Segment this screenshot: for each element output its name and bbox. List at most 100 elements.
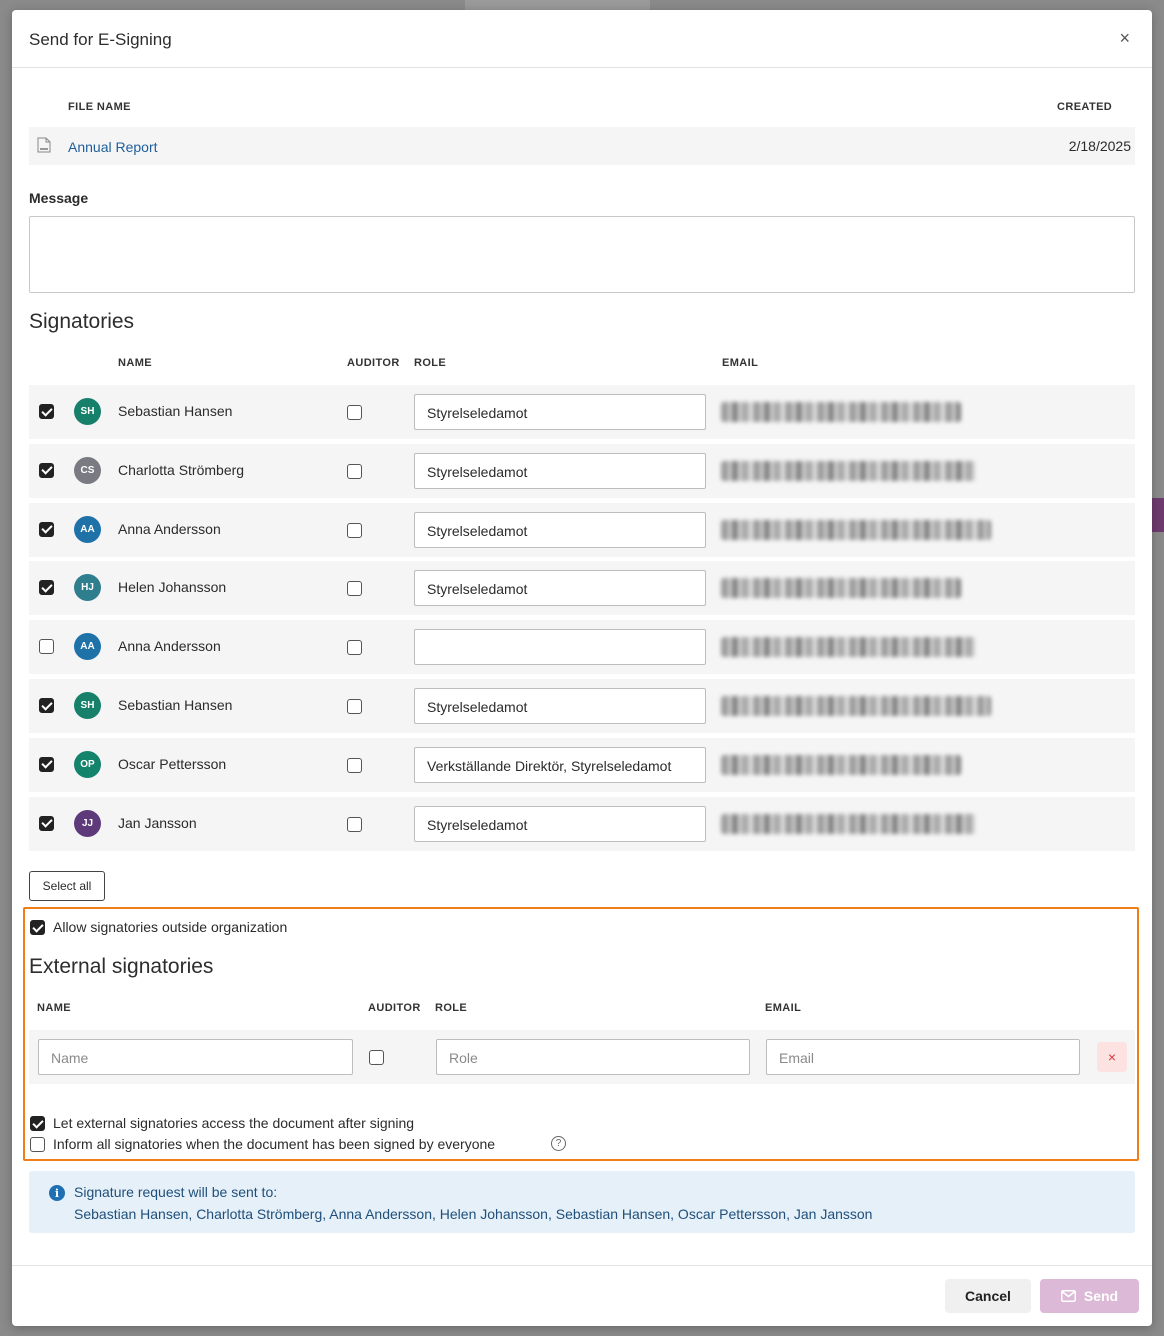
- allow-outside-checkbox[interactable]: [30, 920, 45, 935]
- role-input[interactable]: Styrelseledamot: [414, 452, 706, 489]
- send-button-label: Send: [1083, 1288, 1119, 1304]
- auditor-checkbox[interactable]: [347, 463, 362, 479]
- cancel-button[interactable]: Cancel: [945, 1279, 1031, 1313]
- file-created-date: 2/18/2025: [1068, 138, 1131, 154]
- dialog-title: Send for E-Signing: [29, 30, 172, 49]
- signatory-row: HJ Helen Johansson Styrelseledamot: [29, 561, 1135, 616]
- file-row: Annual Report 2/18/2025: [29, 127, 1135, 165]
- name-header: NAME: [118, 357, 152, 369]
- dialog-header: Send for E-Signing ×: [12, 10, 1152, 68]
- role-input[interactable]: Styrelseledamot: [414, 511, 706, 548]
- email-redacted: [721, 402, 961, 422]
- auditor-checkbox[interactable]: [347, 816, 362, 832]
- email-redacted: [721, 696, 991, 716]
- signatory-select-checkbox[interactable]: [39, 756, 54, 772]
- signatory-row: CS Charlotta Strömberg Styrelseledamot: [29, 443, 1135, 498]
- auditor-checkbox[interactable]: [347, 699, 362, 714]
- signatory-row: AA Anna Andersson Styrelseledamot: [29, 502, 1135, 557]
- external-signatories-title: External signatories: [29, 955, 214, 978]
- inform-all-checkbox[interactable]: [30, 1137, 45, 1152]
- remove-external-signatory-button[interactable]: ×: [1097, 1042, 1127, 1072]
- signatory-select-checkbox[interactable]: [39, 462, 54, 478]
- inform-all-label: Inform all signatories when the document…: [53, 1136, 496, 1152]
- signatory-name: Anna Andersson: [118, 638, 221, 655]
- close-button[interactable]: ×: [1119, 28, 1130, 48]
- signatory-select-checkbox[interactable]: [39, 639, 54, 655]
- signatory-row: SH Sebastian Hansen Styrelseledamot: [29, 385, 1135, 439]
- signatory-select-checkbox[interactable]: [39, 580, 54, 596]
- ext-role-header: ROLE: [435, 1002, 468, 1014]
- email-redacted: [721, 813, 976, 834]
- auditor-checkbox[interactable]: [347, 405, 362, 420]
- access-after-signing-checkbox[interactable]: [30, 1116, 45, 1131]
- ext-role-input[interactable]: Role: [436, 1039, 750, 1075]
- signatory-name: Oscar Pettersson: [118, 755, 227, 772]
- info-icon: i: [49, 1185, 65, 1201]
- signatory-name: Helen Johansson: [118, 579, 227, 596]
- ext-email-input[interactable]: Email: [766, 1039, 1080, 1075]
- signatories-title: Signatories: [29, 310, 135, 333]
- signatory-name: Anna Andersson: [118, 520, 221, 537]
- signatory-name: Sebastian Hansen: [118, 403, 233, 419]
- ext-name-header: NAME: [37, 1002, 71, 1014]
- envelope-icon: [1060, 1290, 1076, 1302]
- auditor-checkbox[interactable]: [347, 522, 362, 538]
- select-all-button[interactable]: Select all: [29, 871, 105, 901]
- external-signatory-row: Name Role Email ×: [29, 1030, 1135, 1084]
- avatar: HJ: [74, 574, 101, 602]
- avatar: OP: [74, 750, 101, 778]
- help-icon[interactable]: ?: [551, 1136, 566, 1151]
- auditor-checkbox[interactable]: [347, 581, 362, 597]
- signatory-row: JJ Jan Jansson Styrelseledamot: [29, 796, 1135, 851]
- file-name-link[interactable]: Annual Report: [68, 139, 158, 155]
- avatar: AA: [74, 633, 101, 661]
- signatory-row: SH Sebastian Hansen Styrelseledamot: [29, 679, 1135, 733]
- recipients-list: Sebastian Hansen, Charlotta Strömberg, A…: [74, 1206, 873, 1222]
- role-input[interactable]: Styrelseledamot: [414, 394, 706, 430]
- signatory-select-checkbox[interactable]: [39, 815, 54, 831]
- message-textarea[interactable]: [29, 216, 1135, 293]
- role-header: ROLE: [414, 357, 447, 369]
- signatory-select-checkbox[interactable]: [39, 698, 54, 713]
- avatar: JJ: [74, 809, 101, 837]
- ext-name-input[interactable]: Name: [38, 1039, 353, 1075]
- message-label: Message: [29, 190, 89, 206]
- role-input[interactable]: Verkställande Direktör, Styrelseledamot: [414, 746, 706, 783]
- backdrop-text-fragment: [1152, 455, 1164, 485]
- e-signing-dialog: Send for E-Signing × FILE NAME CREATED A…: [12, 10, 1152, 1326]
- email-redacted: [721, 519, 991, 540]
- signatory-name: Charlotta Strömberg: [118, 461, 245, 478]
- ext-auditor-checkbox[interactable]: [369, 1050, 384, 1065]
- email-redacted: [721, 460, 976, 481]
- signatory-name: Jan Jansson: [118, 814, 197, 831]
- send-button[interactable]: Send: [1040, 1279, 1139, 1313]
- recipients-info-title: Signature request will be sent to:: [74, 1184, 278, 1200]
- auditor-header: AUDITOR: [347, 357, 400, 369]
- signatory-select-checkbox[interactable]: [39, 404, 54, 419]
- signatory-select-checkbox[interactable]: [39, 521, 54, 537]
- role-input[interactable]: [414, 629, 706, 666]
- role-input[interactable]: Styrelseledamot: [414, 688, 706, 724]
- avatar: SH: [74, 692, 101, 719]
- file-name-header: FILE NAME: [68, 101, 131, 113]
- allow-outside-label: Allow signatories outside organization: [53, 919, 288, 935]
- dialog-footer: Cancel Send: [12, 1265, 1152, 1326]
- role-input[interactable]: Styrelseledamot: [414, 805, 706, 842]
- avatar: CS: [74, 456, 101, 484]
- email-redacted: [721, 637, 976, 658]
- role-input[interactable]: Styrelseledamot: [414, 570, 706, 607]
- signatory-row: OP Oscar Pettersson Verkställande Direktör…: [29, 737, 1135, 792]
- avatar: SH: [74, 398, 101, 425]
- access-after-signing-label: Let external signatories access the docu…: [53, 1115, 415, 1131]
- email-redacted: [721, 578, 961, 599]
- auditor-checkbox[interactable]: [347, 640, 362, 656]
- recipients-info-box: i Signature request will be sent to: Seb…: [29, 1171, 1135, 1233]
- auditor-checkbox[interactable]: [347, 757, 362, 773]
- email-redacted: [721, 754, 961, 775]
- ext-email-header: EMAIL: [765, 1002, 802, 1014]
- ext-auditor-header: AUDITOR: [368, 1002, 421, 1014]
- pdf-file-icon: [37, 137, 51, 153]
- created-header: CREATED: [1057, 101, 1113, 113]
- backdrop-tab: [465, 0, 650, 10]
- email-header: EMAIL: [722, 357, 759, 369]
